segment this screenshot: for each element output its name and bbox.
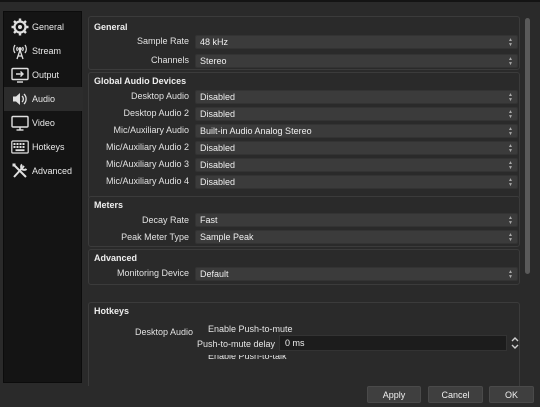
mic-aux-audio-3-label: Mic/Auxiliary Audio 3 (105, 159, 189, 169)
meters-group: Meters Decay Rate Fast ▲ ▼ Peak Meter Typ… (88, 196, 520, 247)
button-label: OK (504, 389, 518, 400)
combo-arrows-icon: ▲ ▼ (508, 214, 513, 226)
selected-value: Disabled (200, 177, 236, 187)
decay-rate-label: Decay Rate (141, 215, 189, 225)
mic-aux-audio-3-select[interactable]: Disabled ▲ ▼ (195, 158, 518, 172)
output-icon (10, 66, 30, 84)
sidebar-item-label: Stream (32, 46, 62, 56)
combo-arrows-icon: ▲ ▼ (508, 55, 513, 67)
group-title: Meters (94, 200, 124, 210)
monitoring-device-label: Monitoring Device (116, 268, 189, 278)
push-to-mute-delay-input[interactable]: 0 ms (279, 335, 519, 351)
sample-rate-select[interactable]: 48 kHz ▲ ▼ (195, 35, 518, 49)
keyboard-icon (10, 138, 30, 156)
group-title: Global Audio Devices (94, 76, 187, 86)
sidebar-item-advanced[interactable]: Advanced (4, 159, 83, 183)
combo-arrows-icon: ▲ ▼ (508, 231, 513, 243)
group-title: Advanced (94, 253, 138, 263)
tools-icon (10, 162, 30, 180)
combo-arrows-icon: ▲ ▼ (508, 142, 513, 154)
peak-meter-type-select[interactable]: Sample Peak ▲ ▼ (195, 230, 518, 244)
sidebar-item-hotkeys[interactable]: Hotkeys (4, 135, 83, 159)
sidebar-item-general[interactable]: General (4, 15, 83, 39)
desktop-audio-label: Desktop Audio (130, 91, 189, 101)
channels-label: Channels (150, 55, 189, 65)
combo-arrows-icon: ▲ ▼ (508, 36, 513, 48)
desktop-audio-select[interactable]: Disabled ▲ ▼ (195, 90, 518, 104)
peak-meter-type-label: Peak Meter Type (121, 232, 189, 242)
sidebar-item-stream[interactable]: Stream (4, 39, 83, 63)
sidebar-item-audio[interactable]: Audio (4, 87, 83, 111)
selected-value: Stereo (200, 56, 227, 66)
speaker-icon (10, 90, 30, 108)
selected-value: Disabled (200, 92, 236, 102)
sidebar-item-video[interactable]: Video (4, 111, 83, 135)
cancel-button[interactable]: Cancel (428, 386, 483, 403)
broadcast-icon (10, 42, 30, 60)
selected-value: Built-in Audio Analog Stereo (200, 126, 312, 136)
selected-value: Disabled (200, 143, 236, 153)
selected-value: Default (200, 269, 229, 279)
general-group: General Sample Rate 48 kHz ▲ ▼ Channels S… (88, 16, 520, 70)
scrollbar-thumb[interactable] (525, 18, 530, 274)
group-title: General (94, 22, 128, 32)
group-title: Hotkeys (94, 306, 130, 316)
selected-value: 48 kHz (200, 37, 229, 47)
selected-value: Fast (200, 215, 218, 225)
combo-arrows-icon: ▲ ▼ (508, 159, 513, 171)
ok-button[interactable]: OK (489, 386, 534, 403)
sidebar-item-label: Video (32, 118, 55, 128)
selected-value: Disabled (200, 109, 236, 119)
combo-arrows-icon: ▲ ▼ (508, 176, 513, 188)
desktop-audio-2-label: Desktop Audio 2 (123, 108, 189, 118)
enable-push-to-talk-checkbox[interactable]: Enable Push-to-talk (208, 355, 287, 361)
settings-sidebar: General Stream Output Audio Video Hotkey… (3, 11, 83, 383)
sidebar-item-output[interactable]: Output (4, 63, 83, 87)
settings-content: General Sample Rate 48 kHz ▲ ▼ Channels S… (88, 14, 522, 388)
advanced-group: Advanced Monitoring Device Default ▲ ▼ (88, 249, 520, 285)
hotkey-source-label: Desktop Audio (134, 327, 193, 337)
sidebar-item-label: Hotkeys (32, 142, 65, 152)
content-scrollbar[interactable] (524, 18, 530, 378)
mic-aux-audio-2-label: Mic/Auxiliary Audio 2 (105, 142, 189, 152)
enable-push-to-mute-checkbox[interactable]: Enable Push-to-mute (208, 324, 293, 334)
combo-arrows-icon: ▲ ▼ (508, 91, 513, 103)
sidebar-item-label: General (32, 22, 65, 32)
mic-aux-audio-select[interactable]: Built-in Audio Analog Stereo ▲ ▼ (195, 124, 518, 138)
push-to-mute-delay-label: Push-to-mute delay (197, 339, 276, 349)
gear-icon (10, 18, 30, 36)
settings-window: General Stream Output Audio Video Hotkey… (0, 0, 540, 407)
spin-arrows-icon[interactable] (508, 336, 522, 350)
sidebar-item-label: Advanced (32, 166, 73, 176)
dialog-button-bar: Apply Cancel OK (0, 386, 540, 407)
decay-rate-select[interactable]: Fast ▲ ▼ (195, 213, 518, 227)
monitoring-device-select[interactable]: Default ▲ ▼ (195, 267, 518, 281)
mic-aux-audio-label: Mic/Auxiliary Audio (113, 125, 189, 135)
input-value: 0 ms (285, 338, 305, 348)
combo-arrows-icon: ▲ ▼ (508, 125, 513, 137)
monitor-icon (10, 114, 30, 132)
mic-aux-audio-2-select[interactable]: Disabled ▲ ▼ (195, 141, 518, 155)
mic-aux-audio-4-label: Mic/Auxiliary Audio 4 (105, 176, 189, 186)
mic-aux-audio-4-select[interactable]: Disabled ▲ ▼ (195, 175, 518, 189)
sidebar-item-label: Output (32, 70, 60, 80)
global-audio-devices-group: Global Audio Devices Desktop Audio Disab… (88, 72, 520, 199)
desktop-audio-2-select[interactable]: Disabled ▲ ▼ (195, 107, 518, 121)
channels-select[interactable]: Stereo ▲ ▼ (195, 54, 518, 68)
apply-button[interactable]: Apply (367, 386, 421, 403)
combo-arrows-icon: ▲ ▼ (508, 108, 513, 120)
sample-rate-label: Sample Rate (136, 36, 189, 46)
sidebar-item-label: Audio (32, 94, 56, 104)
selected-value: Disabled (200, 160, 236, 170)
combo-arrows-icon: ▲ ▼ (508, 268, 513, 280)
button-label: Apply (382, 389, 406, 400)
hotkeys-group: Hotkeys Desktop Audio Enable Push-to-mut… (88, 302, 520, 388)
button-label: Cancel (441, 389, 470, 400)
selected-value: Sample Peak (200, 232, 254, 242)
